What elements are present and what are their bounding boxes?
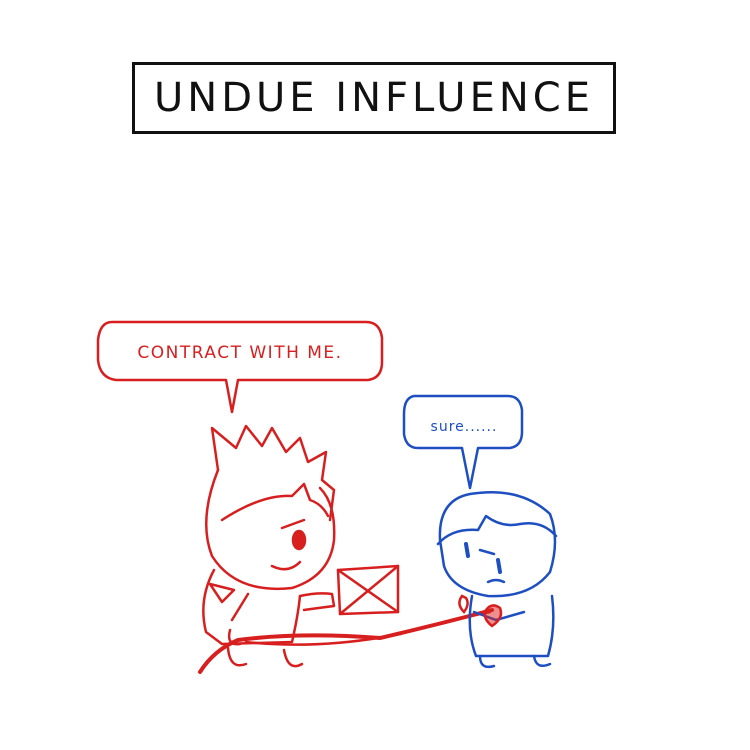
blue-feet <box>478 654 552 669</box>
red-hair <box>210 424 336 522</box>
blue-eyebrow <box>478 548 496 556</box>
envelope-icon <box>336 564 400 616</box>
heart-icon <box>458 594 503 628</box>
blue-eye <box>464 542 502 574</box>
red-feet <box>226 646 304 668</box>
red-eye <box>291 529 307 551</box>
red-hair-fringe <box>220 482 330 522</box>
blue-hair <box>436 514 558 546</box>
title-box: UNDUE INFLUENCE <box>132 62 616 134</box>
blue-speech-text: sure...... <box>430 419 498 435</box>
red-arm <box>298 592 336 612</box>
red-mouth <box>270 560 302 571</box>
red-eyebrow <box>280 518 306 530</box>
blue-body <box>468 594 555 658</box>
red-head <box>204 468 336 591</box>
comic-title: UNDUE INFLUENCE <box>154 75 594 121</box>
red-string <box>198 608 494 674</box>
red-body <box>202 568 302 646</box>
red-scarf <box>208 582 250 622</box>
red-speech-text: CONTRACT WITH ME. <box>137 343 343 363</box>
blue-mouth <box>486 578 506 584</box>
